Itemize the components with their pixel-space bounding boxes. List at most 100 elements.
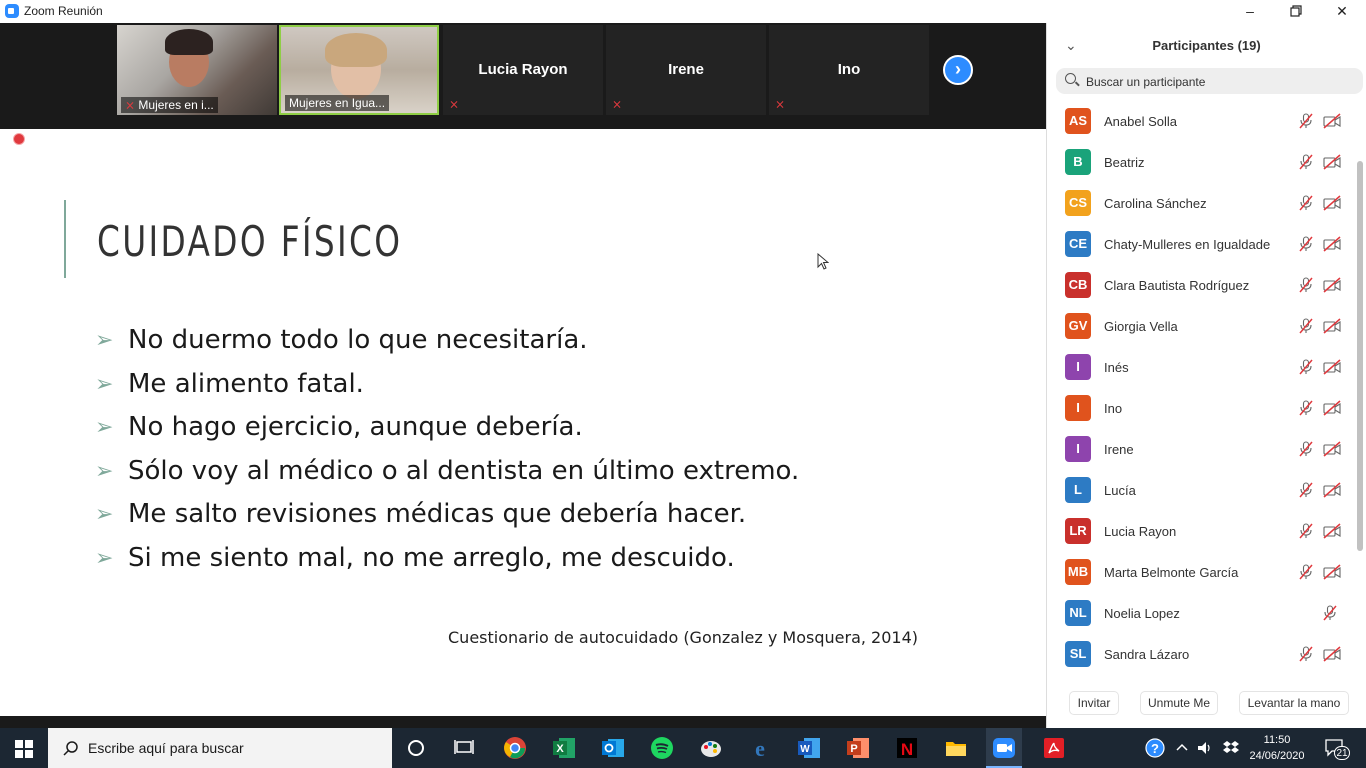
taskbar-search-box[interactable]: Escribe aquí para buscar <box>48 728 392 768</box>
mic-muted-icon <box>1299 277 1313 293</box>
word-icon[interactable]: W <box>796 735 822 761</box>
acrobat-icon[interactable] <box>1041 735 1067 761</box>
participant-row[interactable]: CS Carolina Sánchez <box>1047 183 1353 224</box>
svg-text:W: W <box>800 744 810 755</box>
title-bar: Zoom Reunión – ✕ <box>0 0 1366 23</box>
video-off-icon <box>1323 523 1341 539</box>
video-tile[interactable]: Irene ⨯ <box>606 25 766 115</box>
tile-caption: Mujeres en Igua... <box>285 95 390 111</box>
participant-name: Sandra Lázaro <box>1104 647 1190 662</box>
avatar: MB <box>1065 559 1091 585</box>
notification-count-badge: 21 <box>1334 746 1350 760</box>
participant-row[interactable]: CE Chaty-Mulleres en Igualdade <box>1047 224 1353 265</box>
close-button[interactable]: ✕ <box>1319 0 1365 23</box>
video-tile[interactable]: Lucia Rayon ⨯ <box>443 25 603 115</box>
arrow-bullet-icon: ➢ <box>95 545 114 571</box>
restore-button[interactable] <box>1273 0 1319 23</box>
participant-row[interactable]: I Irene <box>1047 429 1353 470</box>
bullet-text: Me alimento fatal. <box>128 368 364 399</box>
slide-citation: Cuestionario de autocuidado (Gonzalez y … <box>448 628 918 647</box>
video-tile[interactable]: ⨯ Mujeres en i... <box>117 25 277 115</box>
participant-name: Lucia Rayon <box>1104 524 1177 539</box>
bullet-text: Sólo voy al médico o al dentista en últi… <box>128 455 800 486</box>
participant-search-box[interactable] <box>1056 68 1363 94</box>
mic-muted-icon <box>1299 482 1313 498</box>
participant-row[interactable]: NL Noelia Lopez <box>1047 593 1353 634</box>
video-tile-active-speaker[interactable]: Mujeres en Igua... <box>279 25 439 115</box>
video-off-icon <box>1323 564 1341 580</box>
avatar: SL <box>1065 641 1091 667</box>
slide-title: CUIDADO FÍSICO <box>97 217 403 266</box>
mic-muted-icon: ⨯ <box>612 97 623 111</box>
chrome-icon[interactable] <box>502 735 528 761</box>
file-explorer-icon[interactable] <box>943 735 969 761</box>
spotify-icon[interactable] <box>649 735 675 761</box>
video-off-icon <box>1323 195 1341 211</box>
search-icon <box>1065 73 1076 84</box>
bullet-text: Si me siento mal, no me arreglo, me desc… <box>128 542 735 573</box>
avatar: I <box>1065 395 1091 421</box>
recording-indicator-icon <box>13 133 25 145</box>
participant-list-scrollbar[interactable] <box>1357 101 1363 691</box>
participants-panel: ⌄ Participantes (19) ASAnabel SollaBBeat… <box>1046 23 1366 728</box>
participant-row[interactable]: LR Lucia Rayon <box>1047 511 1353 552</box>
participant-row[interactable]: L Lucía <box>1047 470 1353 511</box>
powerpoint-icon[interactable]: P <box>845 735 871 761</box>
search-icon <box>63 741 78 756</box>
edge-icon[interactable]: e <box>747 735 773 761</box>
excel-icon[interactable]: X <box>551 735 577 761</box>
participant-row[interactable]: SL Sandra Lázaro <box>1047 634 1353 675</box>
video-off-icon <box>1323 441 1341 457</box>
participant-name: Marta Belmonte García <box>1104 565 1239 580</box>
avatar: B <box>1065 149 1091 175</box>
chevron-up-icon[interactable] <box>1176 742 1188 752</box>
volume-icon[interactable] <box>1196 739 1214 757</box>
task-view-icon[interactable] <box>451 735 477 761</box>
minimize-button[interactable]: – <box>1227 0 1273 23</box>
help-icon[interactable]: ? <box>1145 738 1165 758</box>
tile-participant-name: Ino <box>837 61 861 78</box>
avatar: GV <box>1065 313 1091 339</box>
arrow-bullet-icon: ➢ <box>95 328 114 353</box>
svg-text:?: ? <box>1151 741 1159 756</box>
raise-hand-button[interactable]: Levantar la mano <box>1239 691 1349 715</box>
svg-text:X: X <box>556 743 564 755</box>
arrow-bullet-icon: ➢ <box>95 502 114 527</box>
paint-icon[interactable] <box>698 735 724 761</box>
arrow-bullet-icon: ➢ <box>95 371 114 397</box>
bullet-item: ➢ Me alimento fatal. <box>95 363 995 407</box>
participant-row[interactable]: CB Clara Bautista Rodríguez <box>1047 265 1353 306</box>
notification-center-button[interactable]: 21 <box>1322 736 1352 760</box>
unmute-me-button[interactable]: Unmute Me <box>1140 691 1218 715</box>
zoom-icon[interactable] <box>991 735 1017 761</box>
scrollbar-thumb[interactable] <box>1357 161 1363 551</box>
mic-muted-icon: ⨯ <box>125 98 136 112</box>
taskbar-clock[interactable]: 11:50 24/06/2020 <box>1237 732 1317 764</box>
video-tile[interactable]: Ino ⨯ <box>769 25 929 115</box>
start-button[interactable] <box>0 728 48 768</box>
video-off-icon <box>1323 359 1341 375</box>
video-off-icon <box>1323 400 1341 416</box>
shared-slide: CUIDADO FÍSICO ➢ No duermo todo lo que ne… <box>0 129 1046 716</box>
next-page-button[interactable]: › <box>943 55 973 85</box>
participant-row[interactable]: B Beatriz <box>1047 142 1353 183</box>
participant-row[interactable]: AS Anabel Solla <box>1047 101 1353 142</box>
participant-search-input[interactable] <box>1084 72 1348 92</box>
participant-hair <box>325 33 387 67</box>
video-off-icon <box>1323 482 1341 498</box>
participant-row[interactable]: GV Giorgia Vella <box>1047 306 1353 347</box>
avatar: AS <box>1065 108 1091 134</box>
netflix-icon[interactable]: N <box>894 735 920 761</box>
tile-caption-text: Mujeres en i... <box>138 98 214 112</box>
outlook-icon[interactable] <box>600 735 626 761</box>
invite-button[interactable]: Invitar <box>1069 691 1119 715</box>
bullet-item: ➢ Si me siento mal, no me arreglo, me des… <box>95 537 995 581</box>
participant-row[interactable]: I Inés <box>1047 347 1353 388</box>
title-accent-line <box>64 200 66 278</box>
participant-row[interactable]: I Ino <box>1047 388 1353 429</box>
cortana-icon[interactable] <box>403 735 429 761</box>
tile-participant-name: Irene <box>668 61 704 78</box>
taskbar-search-placeholder: Escribe aquí para buscar <box>88 740 244 756</box>
participant-row[interactable]: MB Marta Belmonte García <box>1047 552 1353 593</box>
participant-hair <box>165 29 213 55</box>
